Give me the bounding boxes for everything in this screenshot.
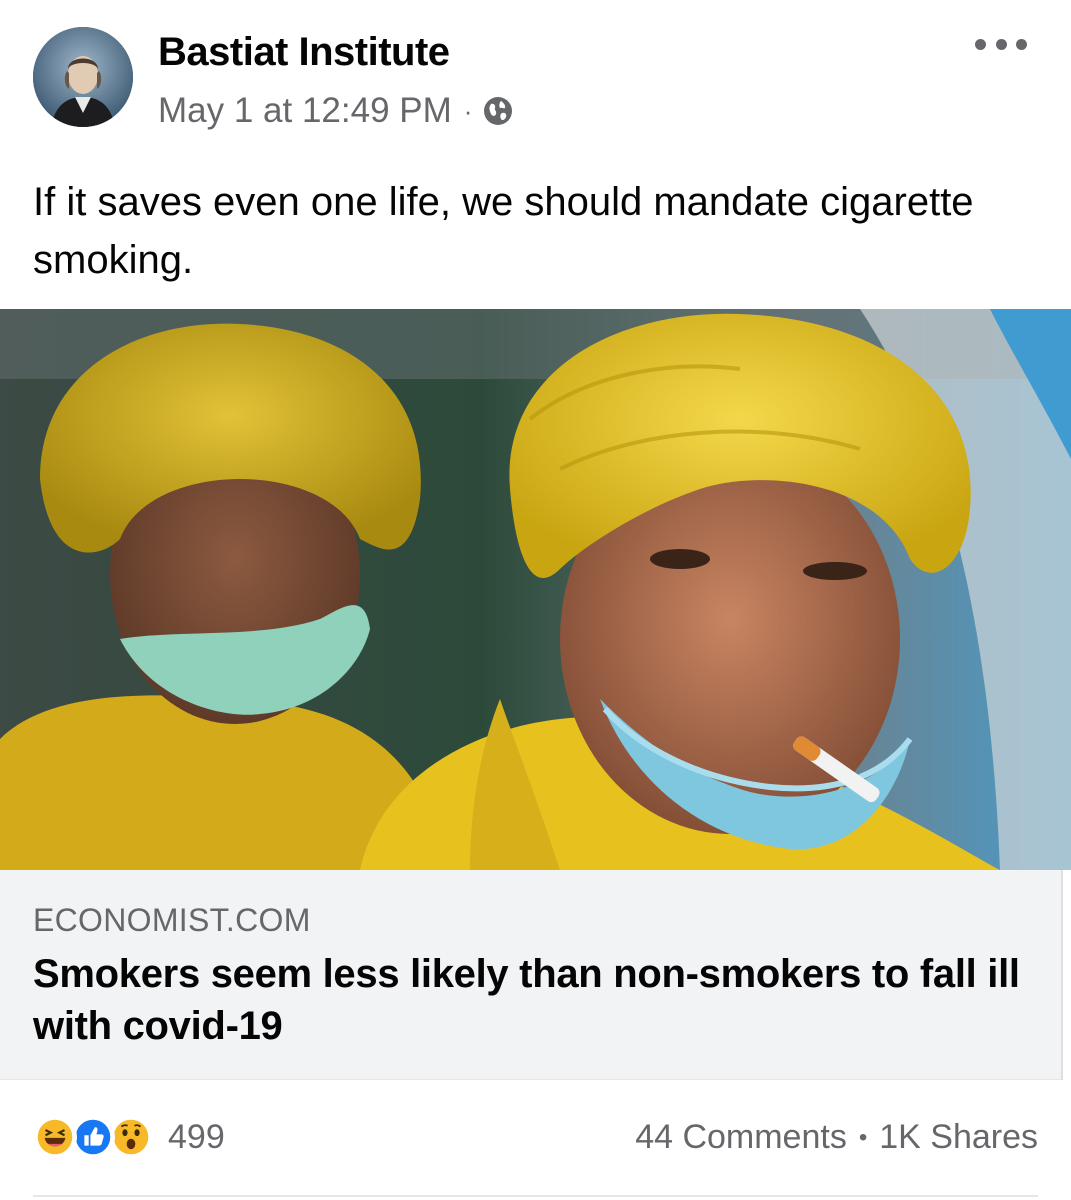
- avatar-portrait: [33, 27, 133, 127]
- more-dot: [975, 38, 986, 50]
- link-preview-photo: [0, 309, 1071, 870]
- comments-count[interactable]: 44 Comments: [635, 1118, 847, 1157]
- divider: [33, 1195, 1038, 1197]
- like-reaction-icon: [71, 1115, 115, 1159]
- engagement-separator: •: [858, 1123, 868, 1151]
- more-dot: [995, 38, 1007, 50]
- meta-separator: ·: [463, 95, 473, 126]
- post-timestamp[interactable]: May 1 at 12:49 PM: [158, 91, 452, 131]
- wow-reaction-icon: [109, 1115, 153, 1159]
- reaction-count[interactable]: 499: [168, 1118, 225, 1157]
- engagement-stats: 44 Comments • 1K Shares: [635, 1118, 1038, 1157]
- author-name[interactable]: Bastiat Institute: [158, 30, 450, 75]
- shares-count[interactable]: 1K Shares: [879, 1118, 1038, 1157]
- globe-icon: [482, 95, 514, 127]
- post-text: If it saves even one life, we should man…: [33, 180, 974, 282]
- preview-edge: [1061, 870, 1071, 1080]
- author-avatar[interactable]: [33, 27, 133, 127]
- reaction-icons[interactable]: [33, 1115, 163, 1159]
- link-title[interactable]: Smokers seem less likely than non-smoker…: [33, 948, 1033, 1052]
- post-meta: May 1 at 12:49 PM ·: [158, 89, 514, 133]
- haha-reaction-icon: [33, 1115, 77, 1159]
- post-header: Bastiat Institute May 1 at 12:49 PM ·: [0, 0, 1071, 150]
- more-dot: [1016, 38, 1027, 50]
- more-options-icon[interactable]: [975, 30, 1027, 58]
- link-domain: ECONOMIST.COM: [33, 902, 311, 938]
- link-preview-card[interactable]: ECONOMIST.COM Smokers seem less likely t…: [0, 870, 1061, 1080]
- engagement-bar: 499 44 Comments • 1K Shares: [0, 1090, 1071, 1190]
- link-preview-image[interactable]: [0, 309, 1071, 870]
